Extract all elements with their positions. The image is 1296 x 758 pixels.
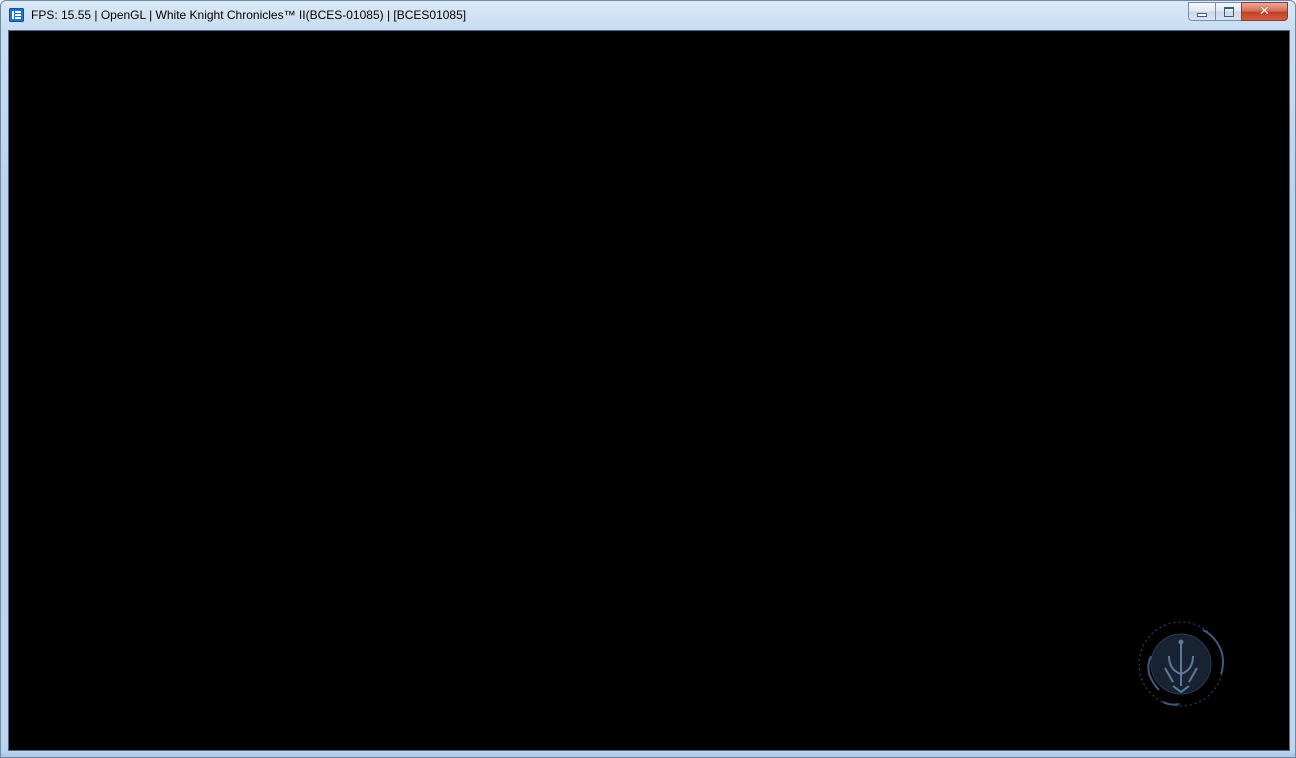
maximize-button[interactable] [1215,2,1241,21]
game-viewport[interactable] [8,30,1290,751]
close-button[interactable]: ✕ [1241,2,1288,21]
maximize-icon [1224,7,1234,17]
rpcs3-app-icon[interactable] [9,8,24,22]
window-bottom-border[interactable] [1,751,1295,757]
close-icon: ✕ [1259,4,1270,19]
emulator-window: FPS: 15.55 | OpenGL | White Knight Chron… [0,0,1296,758]
caption-buttons: ✕ [1188,2,1288,21]
minimize-button[interactable] [1188,2,1215,21]
loading-emblem-icon [1138,621,1224,707]
window-title: FPS: 15.55 | OpenGL | White Knight Chron… [31,8,467,22]
minimize-icon [1198,14,1206,16]
title-bar[interactable]: FPS: 15.55 | OpenGL | White Knight Chron… [1,1,1295,30]
